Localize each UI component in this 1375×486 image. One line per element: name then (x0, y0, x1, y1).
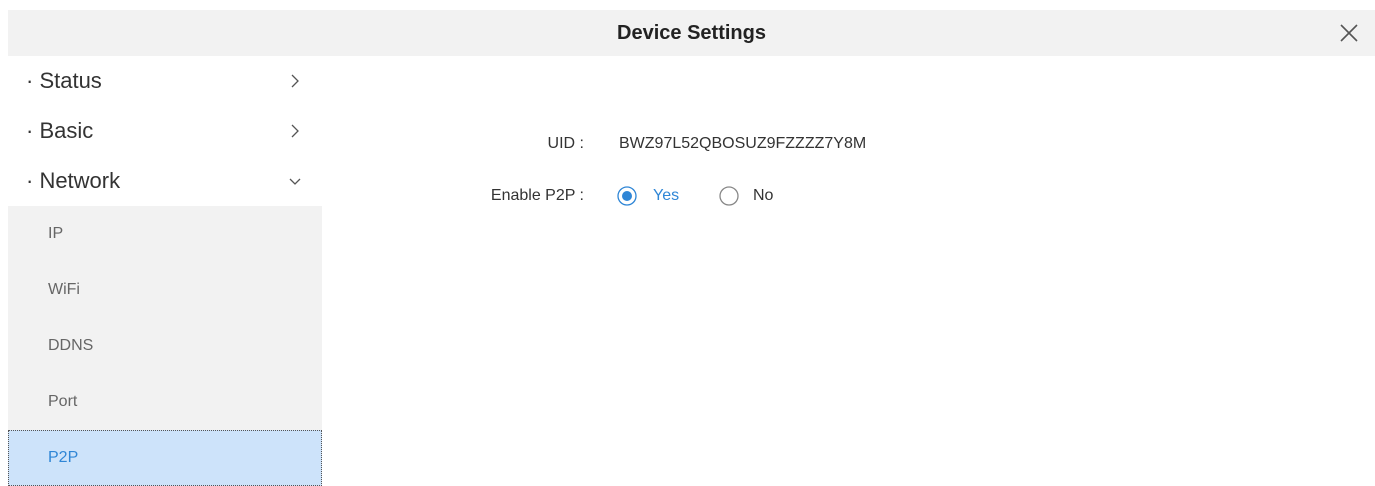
chevron-right-icon (291, 124, 299, 138)
uid-label: UID : (547, 135, 584, 152)
sidebar-subitem-port[interactable]: Port (8, 374, 322, 430)
sidebar-item-label: · Network (26, 168, 121, 193)
enable-p2p-label: Enable P2P : (490, 187, 584, 204)
sidebar-subitem-label: WiFi (48, 281, 80, 298)
chevron-right-icon (291, 74, 299, 88)
uid-value: BWZ97L52QBOSUZ9FZZZZ7Y8M (619, 135, 867, 152)
sidebar-subitem-label: Port (48, 393, 78, 410)
sidebar-subitem-p2p[interactable]: P2P (8, 430, 322, 486)
sidebar-item-network[interactable]: · Network (8, 156, 322, 206)
sidebar-item-status[interactable]: · Status (8, 56, 322, 106)
enable-p2p-no-radio[interactable] (719, 186, 739, 206)
sidebar-item-label: · Status (26, 68, 102, 93)
enable-p2p-row: Enable P2P : Yes No (322, 181, 1375, 211)
dialog-title: Device Settings (617, 22, 766, 44)
close-icon[interactable] (1337, 21, 1361, 45)
sidebar-subitem-ddns[interactable]: DDNS (8, 318, 322, 374)
enable-p2p-yes-radio[interactable] (617, 186, 637, 206)
sidebar-subitem-label: IP (48, 225, 64, 242)
sidebar-item-basic[interactable]: · Basic (8, 106, 322, 156)
sidebar-subitem-label: P2P (48, 449, 79, 466)
sidebar-subitem-ip[interactable]: IP (8, 206, 322, 262)
sidebar-item-label: · Basic (26, 118, 94, 143)
enable-p2p-yes-label[interactable]: Yes (653, 181, 679, 211)
p2p-settings-panel: UID : BWZ97L52QBOSUZ9FZZZZ7Y8M Enable P2… (322, 56, 1375, 486)
sidebar: · Status · Basic · Network IP WiFi DDNS … (8, 56, 322, 486)
sidebar-subitem-wifi[interactable]: WiFi (8, 262, 322, 318)
sidebar-subitem-label: DDNS (48, 337, 94, 354)
uid-row: UID : BWZ97L52QBOSUZ9FZZZZ7Y8M (322, 129, 1375, 159)
chevron-down-icon (289, 178, 301, 185)
dialog-header: Device Settings (8, 10, 1375, 56)
enable-p2p-no-label[interactable]: No (753, 181, 773, 211)
